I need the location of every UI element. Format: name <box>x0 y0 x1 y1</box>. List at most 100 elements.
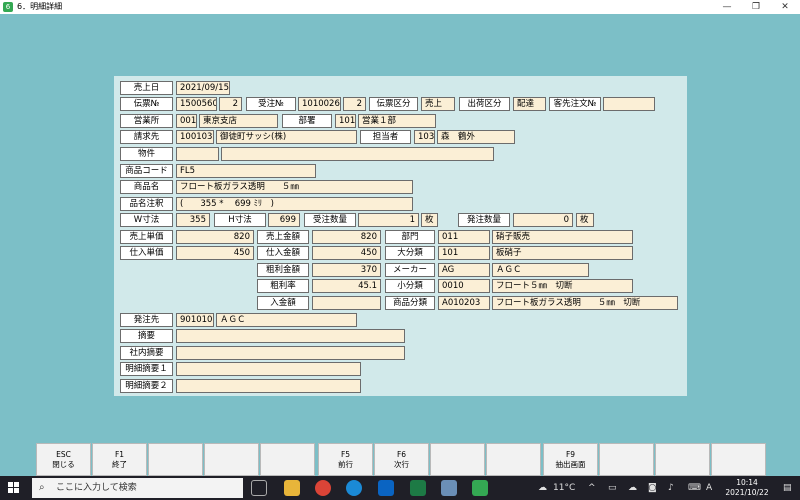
f9-extract-screen-button[interactable]: F9 抽出画面 <box>543 443 598 476</box>
clock-date: 2021/10/22 <box>725 488 769 497</box>
property-name-field[interactable] <box>221 147 494 161</box>
slip-type-field[interactable]: 売上 <box>421 97 455 111</box>
purchase-unit-field[interactable]: 枚 <box>576 213 594 227</box>
gross-rate-field[interactable]: 45.1 <box>312 279 381 293</box>
task-view-icon[interactable] <box>251 480 267 496</box>
slip-no-field[interactable]: 1500560 <box>176 97 217 111</box>
dept-label: 部署 <box>282 114 332 128</box>
slip-no-sub-field[interactable]: 2 <box>219 97 242 111</box>
ime-indicator[interactable]: A <box>706 481 712 495</box>
windows-start-icon[interactable] <box>8 482 20 494</box>
f6-next-row-button[interactable]: F6 次行 <box>374 443 429 476</box>
order-unit-field[interactable]: 枚 <box>421 213 438 227</box>
product-name-label: 商品名 <box>120 180 173 194</box>
network-icon[interactable]: ◙ <box>648 481 657 495</box>
f3-button[interactable] <box>204 443 259 476</box>
maker-code-field[interactable]: AG <box>438 263 490 277</box>
customer-order-field[interactable] <box>603 97 655 111</box>
f2-button[interactable] <box>148 443 203 476</box>
fkey-label: 抽出画面 <box>555 460 586 469</box>
f4-button[interactable] <box>260 443 315 476</box>
excel-icon[interactable] <box>410 480 426 496</box>
chrome-icon[interactable] <box>315 480 331 496</box>
battery-icon[interactable]: ▭ <box>608 481 617 495</box>
keyboard-icon[interactable]: ⌨ <box>688 481 701 495</box>
minimize-button[interactable]: — <box>715 0 739 14</box>
supplier-code-field[interactable]: 901010 <box>176 313 214 327</box>
dept-name-field[interactable]: 営業１部 <box>358 114 436 128</box>
taskbar: ⌕ ここに入力して検索 ☁ 11°C ^ ▭ ☁ ◙ ♪ ⌨ A 10:14 2… <box>0 476 800 500</box>
f8-button[interactable] <box>486 443 541 476</box>
cloud-icon[interactable]: ☁ <box>628 481 637 495</box>
cost-price-field[interactable]: 450 <box>176 246 254 260</box>
cost-amount-field[interactable]: 450 <box>312 246 381 260</box>
gross-profit-field[interactable]: 370 <box>312 263 381 277</box>
billing-name-field[interactable]: 御徒町サッシ(株) <box>216 130 357 144</box>
order-no-sub-field[interactable]: 2 <box>343 97 366 111</box>
supplier-name-field[interactable]: ＡＧＣ <box>216 313 357 327</box>
f12-button[interactable] <box>711 443 766 476</box>
office-code-field[interactable]: 001 <box>176 114 197 128</box>
staff-code-field[interactable]: 103 <box>414 130 435 144</box>
minor-cat-code-field[interactable]: 0010 <box>438 279 490 293</box>
h-dim-label: H寸法 <box>214 213 266 227</box>
volume-icon[interactable]: ♪ <box>668 481 674 495</box>
taskbar-search-box[interactable]: ⌕ ここに入力して検索 <box>32 478 243 498</box>
sale-amount-label: 売上金額 <box>257 230 309 244</box>
product-note-field[interactable]: ( 355 * 699 ﾐﾘ ) <box>176 197 413 211</box>
staff-name-field[interactable]: 森 鶴外 <box>437 130 515 144</box>
notification-icon[interactable]: ▤ <box>783 481 792 495</box>
summary-label: 摘要 <box>120 329 173 343</box>
office-name-field[interactable]: 東京支店 <box>199 114 278 128</box>
sale-amount-field[interactable]: 820 <box>312 230 381 244</box>
dept-code-field[interactable]: 101 <box>335 114 356 128</box>
f7-button[interactable] <box>430 443 485 476</box>
app-icon[interactable] <box>472 480 488 496</box>
file-explorer-icon[interactable] <box>284 480 300 496</box>
internal-summary-field[interactable] <box>176 346 405 360</box>
window-title: 6．明細詳細 <box>17 2 63 11</box>
chevron-up-icon[interactable]: ^ <box>588 481 596 495</box>
product-cat-name-field[interactable]: フロート板ガラス透明 ５㎜ 切断 <box>492 296 678 310</box>
restore-button[interactable]: ❐ <box>744 0 768 14</box>
summary-field[interactable] <box>176 329 405 343</box>
billing-code-field[interactable]: 100103 <box>176 130 214 144</box>
product-name-field[interactable]: フロート板ガラス透明 ５㎜ <box>176 180 413 194</box>
weather-icon[interactable]: ☁ <box>538 481 547 495</box>
w-dim-field[interactable]: 355 <box>176 213 210 227</box>
division-name-field[interactable]: 硝子販売 <box>492 230 633 244</box>
f10-button[interactable] <box>599 443 654 476</box>
minor-cat-name-field[interactable]: フロート５㎜ 切断 <box>492 279 633 293</box>
weather-temp[interactable]: 11°C <box>553 481 575 495</box>
edge-icon[interactable] <box>346 480 362 496</box>
f5-prev-row-button[interactable]: F5 前行 <box>318 443 373 476</box>
detail-summary2-field[interactable] <box>176 379 361 393</box>
h-dim-field[interactable]: 699 <box>268 213 300 227</box>
maker-name-field[interactable]: ＡＧＣ <box>492 263 589 277</box>
purchase-qty-field[interactable]: 0 <box>513 213 573 227</box>
order-no-field[interactable]: 10100268 <box>298 97 341 111</box>
sale-date-field[interactable]: 2021/09/15 <box>176 81 230 95</box>
sale-price-field[interactable]: 820 <box>176 230 254 244</box>
outlook-icon[interactable] <box>378 480 394 496</box>
clock[interactable]: 10:14 2021/10/22 <box>720 478 774 498</box>
property-code-field[interactable] <box>176 147 219 161</box>
product-code-field[interactable]: FL5 <box>176 164 316 178</box>
division-code-field[interactable]: 011 <box>438 230 490 244</box>
major-cat-name-field[interactable]: 板硝子 <box>492 246 633 260</box>
major-cat-label: 大分類 <box>385 246 435 260</box>
f11-button[interactable] <box>655 443 710 476</box>
esc-close-button[interactable]: ESC 閉じる <box>36 443 91 476</box>
paint-icon[interactable] <box>441 480 457 496</box>
close-button[interactable]: ✕ <box>773 0 797 14</box>
detail-summary1-field[interactable] <box>176 362 361 376</box>
f1-exit-button[interactable]: F1 終了 <box>92 443 147 476</box>
fkey-label: 終了 <box>112 460 127 469</box>
detail-summary1-label: 明細摘要１ <box>120 362 173 376</box>
major-cat-code-field[interactable]: 101 <box>438 246 490 260</box>
product-cat-code-field[interactable]: A010203 <box>438 296 490 310</box>
order-qty-field[interactable]: 1 <box>358 213 419 227</box>
deposit-field[interactable] <box>312 296 381 310</box>
supplier-label: 発注先 <box>120 313 173 327</box>
ship-type-field[interactable]: 配達 <box>513 97 546 111</box>
